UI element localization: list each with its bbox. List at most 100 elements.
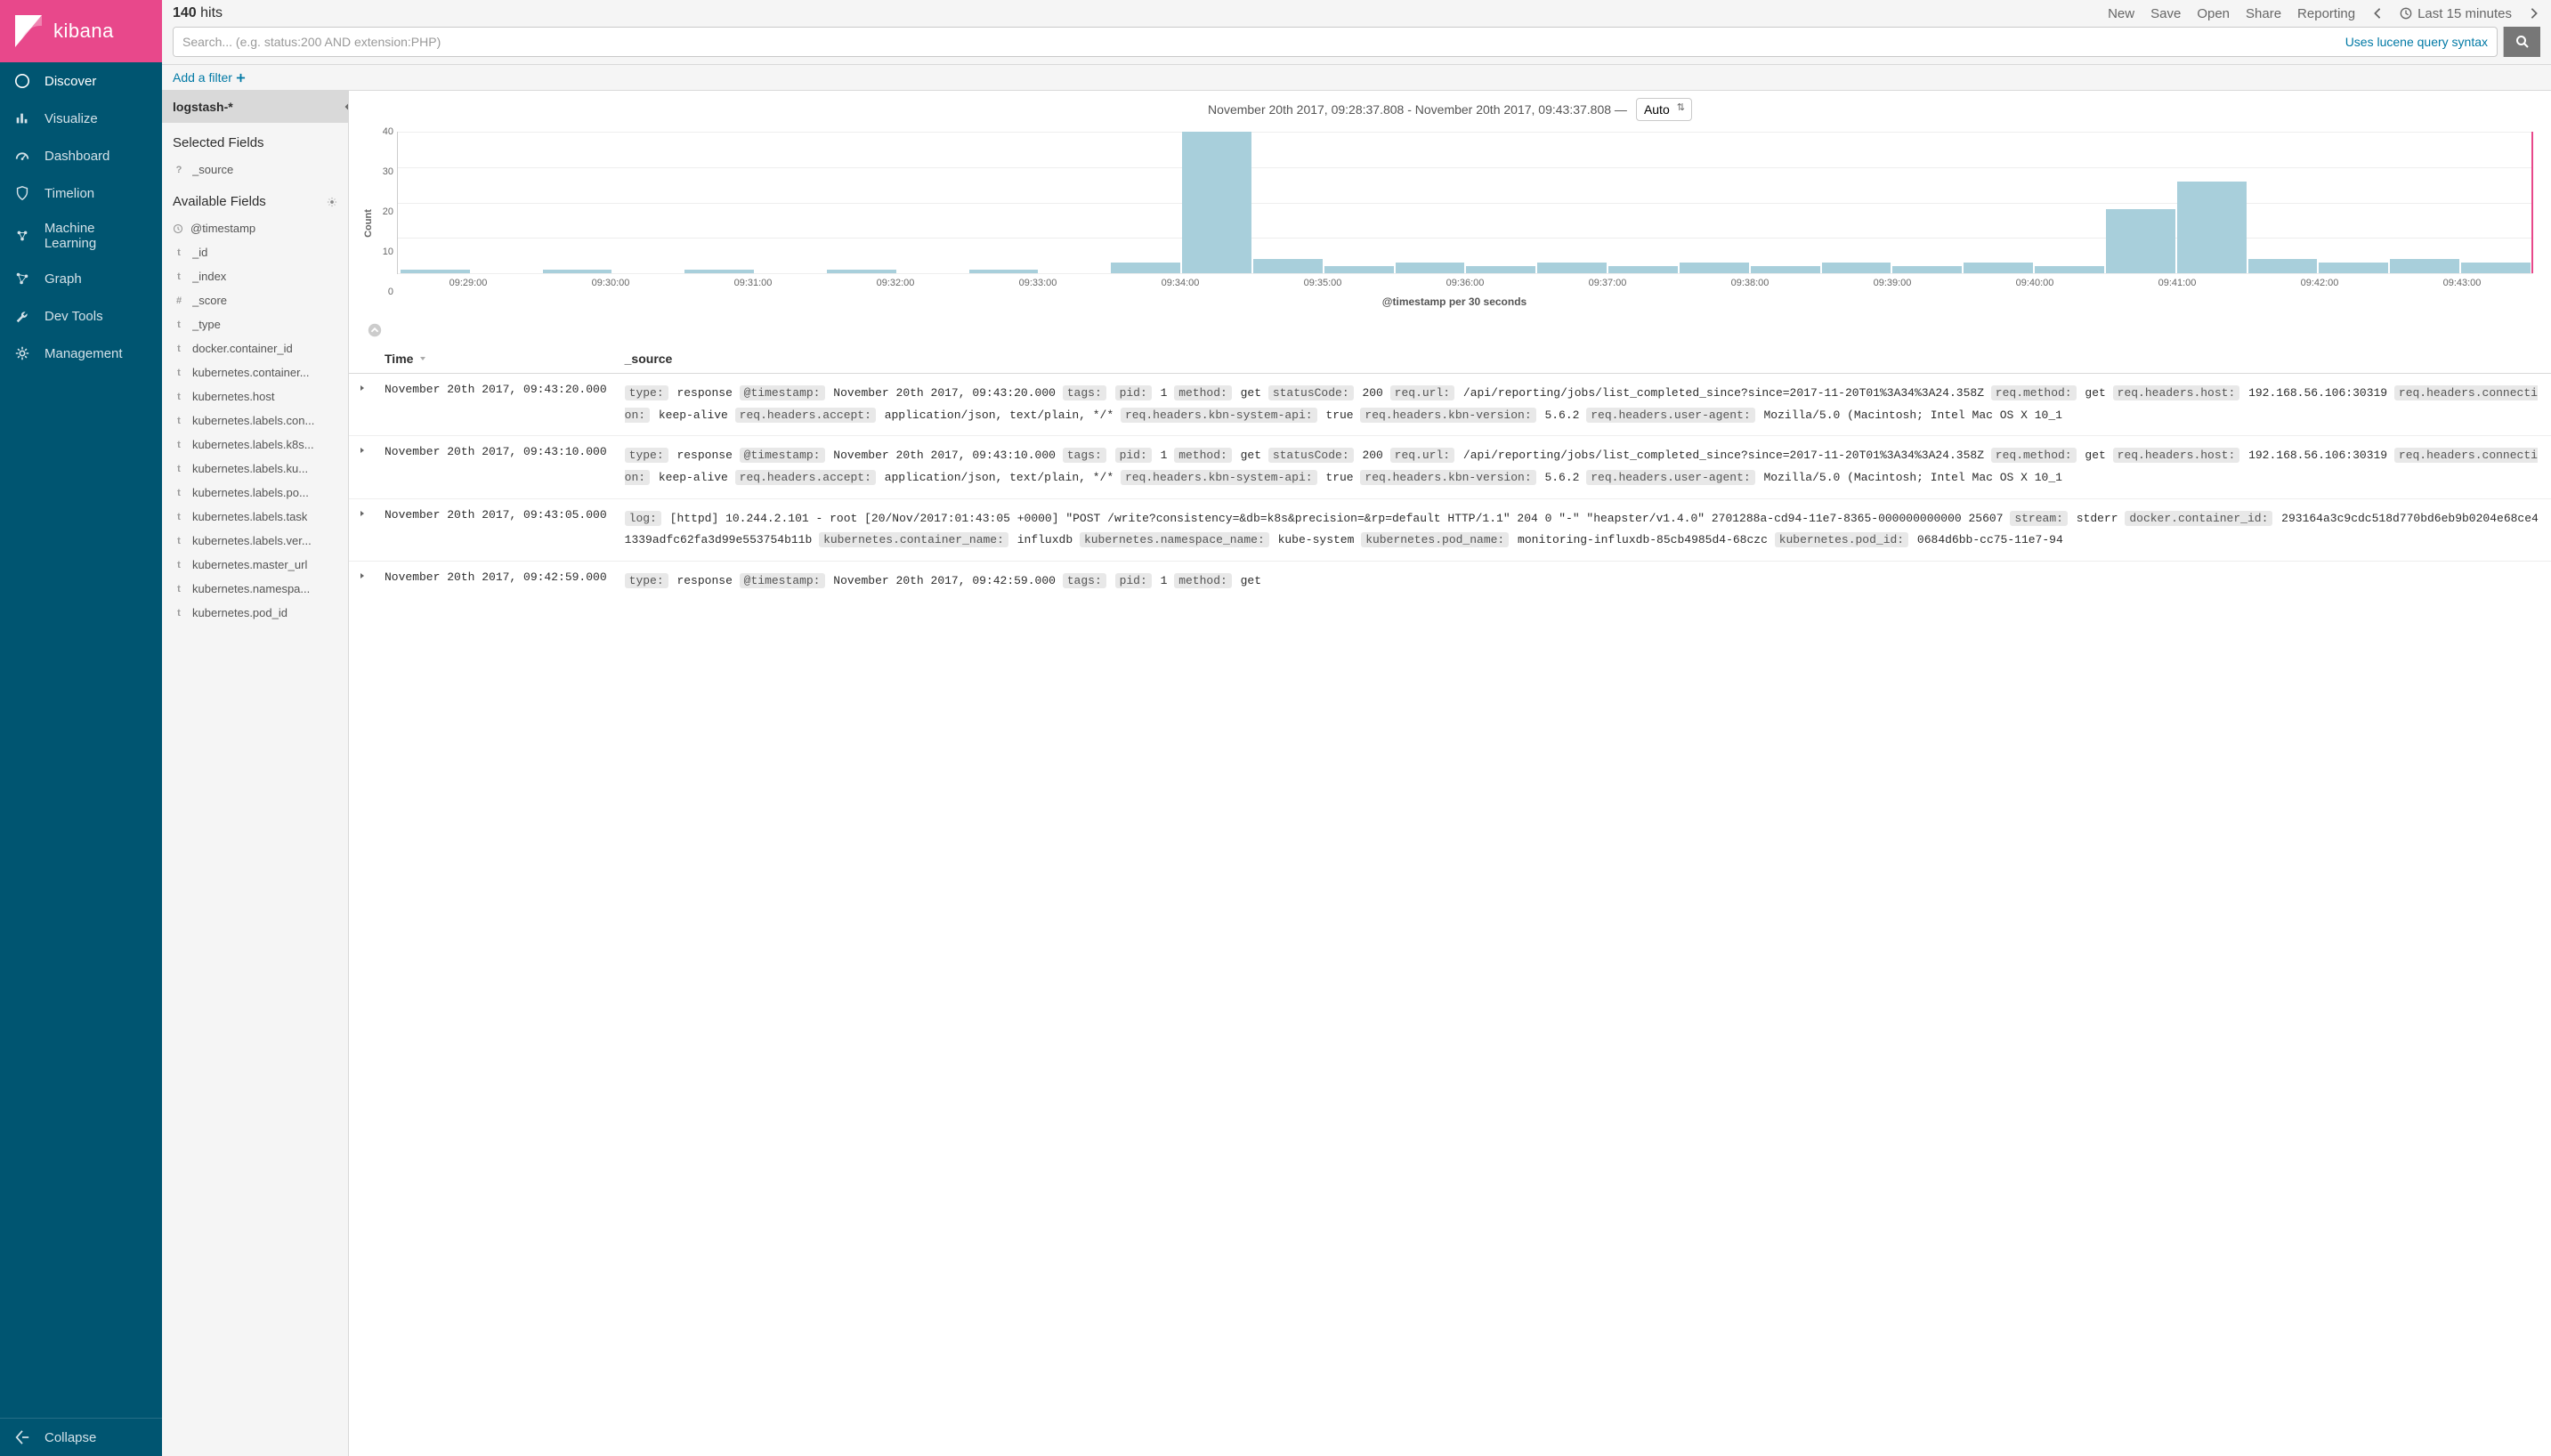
- time-picker[interactable]: Last 15 minutes: [2400, 6, 2512, 21]
- expand-row-icon[interactable]: [358, 509, 367, 518]
- histogram-bar[interactable]: [684, 270, 754, 273]
- field-type-badge: t: [173, 392, 185, 402]
- histogram-bar[interactable]: [543, 270, 612, 273]
- column-source[interactable]: _source: [616, 344, 2551, 374]
- histogram-bar[interactable]: [1253, 259, 1323, 273]
- time-next-icon[interactable]: [2528, 7, 2540, 20]
- histogram-bar[interactable]: [2106, 209, 2175, 273]
- field-type-badge: t: [173, 608, 185, 619]
- collapse-nav[interactable]: Collapse: [0, 1418, 162, 1456]
- histogram-bar[interactable]: [2390, 259, 2459, 273]
- field-kubernetes-container-[interactable]: tkubernetes.container...: [162, 360, 348, 384]
- histogram-chart[interactable]: Count 010203040 09:29:0009:30:0009:31:00…: [349, 128, 2551, 319]
- histogram-bar[interactable]: [1324, 266, 1394, 273]
- nav-item-visualize[interactable]: Visualize: [0, 100, 162, 137]
- xtick-label: 09:32:00: [824, 278, 967, 288]
- histogram-bar[interactable]: [1822, 263, 1891, 273]
- field-kubernetes-host[interactable]: tkubernetes.host: [162, 384, 348, 408]
- field-kubernetes-labels-ver-[interactable]: tkubernetes.labels.ver...: [162, 529, 348, 553]
- field--index[interactable]: t_index: [162, 264, 348, 288]
- histogram-bar[interactable]: [1892, 266, 1962, 273]
- kv-key: pid:: [1115, 385, 1152, 400]
- kv-key: kubernetes.namespace_name:: [1080, 532, 1269, 547]
- main-area: 140 hits New Save Open Share Reporting Last …: [162, 0, 2551, 1456]
- share-action[interactable]: Share: [2246, 6, 2281, 21]
- field-docker-container-id[interactable]: tdocker.container_id: [162, 336, 348, 360]
- field-type-badge: #: [173, 295, 185, 306]
- lucene-syntax-link[interactable]: Uses lucene query syntax: [2336, 28, 2497, 56]
- column-time[interactable]: Time: [376, 344, 616, 374]
- field--timestamp[interactable]: @timestamp: [162, 216, 348, 240]
- index-pattern-header[interactable]: logstash-*: [162, 91, 348, 123]
- nav-item-timelion[interactable]: Timelion: [0, 174, 162, 212]
- field-kubernetes-labels-task[interactable]: tkubernetes.labels.task: [162, 505, 348, 529]
- histogram-bar[interactable]: [2461, 263, 2531, 273]
- histogram-bar[interactable]: [827, 270, 896, 273]
- nav-item-discover[interactable]: Discover: [0, 62, 162, 100]
- field-kubernetes-namespa-[interactable]: tkubernetes.namespa...: [162, 577, 348, 601]
- add-filter-button[interactable]: Add a filter: [173, 70, 246, 85]
- clock-icon: [2400, 7, 2412, 20]
- histogram-bar[interactable]: [1466, 266, 1535, 273]
- histogram-bar[interactable]: [1680, 263, 1749, 273]
- field-kubernetes-pod-id[interactable]: tkubernetes.pod_id: [162, 601, 348, 625]
- collapse-sidebar-button[interactable]: [339, 98, 349, 116]
- histogram-bar[interactable]: [1751, 266, 1820, 273]
- interval-select[interactable]: Auto: [1636, 98, 1692, 121]
- fields-panel: logstash-* Selected Fields ?_source Avai…: [162, 91, 349, 1456]
- field-kubernetes-labels-con-[interactable]: tkubernetes.labels.con...: [162, 408, 348, 433]
- hits-count: 140 hits: [173, 5, 223, 21]
- field--source[interactable]: ?_source: [162, 158, 348, 182]
- field-name-label: _id: [192, 246, 207, 259]
- kv-key: method:: [1174, 573, 1232, 588]
- nav-item-management[interactable]: Management: [0, 335, 162, 372]
- xtick-label: 09:29:00: [397, 278, 539, 288]
- expand-row-icon[interactable]: [358, 571, 367, 580]
- table-row: November 20th 2017, 09:43:20.000type: re…: [349, 374, 2551, 436]
- nav-item-dev-tools[interactable]: Dev Tools: [0, 297, 162, 335]
- field--type[interactable]: t_type: [162, 312, 348, 336]
- search-input[interactable]: [174, 28, 2336, 56]
- histogram-bar[interactable]: [2177, 182, 2247, 273]
- histogram-bar[interactable]: [969, 270, 1039, 273]
- kv-key: type:: [625, 573, 668, 588]
- histogram-bar[interactable]: [1608, 266, 1678, 273]
- save-action[interactable]: Save: [2150, 6, 2181, 21]
- histogram-bar[interactable]: [1964, 263, 2033, 273]
- field-kubernetes-labels-ku-[interactable]: tkubernetes.labels.ku...: [162, 457, 348, 481]
- histogram-bar[interactable]: [1111, 263, 1180, 273]
- histogram-bar[interactable]: [2248, 259, 2318, 273]
- histogram-bar[interactable]: [1182, 132, 1251, 273]
- nav-item-graph[interactable]: Graph: [0, 260, 162, 297]
- field--id[interactable]: t _id: [162, 240, 348, 264]
- histogram-bar[interactable]: [1396, 263, 1465, 273]
- time-prev-icon[interactable]: [2371, 7, 2384, 20]
- field-type-badge: t: [173, 247, 185, 258]
- histogram-bar[interactable]: [401, 270, 470, 273]
- field-kubernetes-labels-po-[interactable]: tkubernetes.labels.po...: [162, 481, 348, 505]
- sort-desc-icon: [418, 354, 427, 363]
- open-action[interactable]: Open: [2197, 6, 2230, 21]
- search-button[interactable]: [2503, 27, 2540, 57]
- histogram-bar[interactable]: [2319, 263, 2388, 273]
- search-icon: [2515, 35, 2530, 49]
- field-kubernetes-master-url[interactable]: tkubernetes.master_url: [162, 553, 348, 577]
- nav-item-dashboard[interactable]: Dashboard: [0, 137, 162, 174]
- xtick-label: 09:38:00: [1679, 278, 1821, 288]
- reporting-action[interactable]: Reporting: [2297, 6, 2355, 21]
- fields-settings-icon[interactable]: [327, 197, 337, 207]
- nav-item-machine-learning[interactable]: Machine Learning: [0, 212, 162, 260]
- histogram-bar[interactable]: [1537, 263, 1607, 273]
- expand-row-icon[interactable]: [358, 446, 367, 455]
- documents-table: Time _source November 20th 2017, 09:43:2…: [349, 344, 2551, 602]
- scroll-to-top[interactable]: [349, 319, 2551, 344]
- expand-row-icon[interactable]: [358, 384, 367, 392]
- field--score[interactable]: #_score: [162, 288, 348, 312]
- histogram-bar[interactable]: [2035, 266, 2104, 273]
- new-action[interactable]: New: [2108, 6, 2134, 21]
- left-nav: kibana DiscoverVisualizeDashboardTimelio…: [0, 0, 162, 1456]
- brand[interactable]: kibana: [0, 0, 162, 62]
- field-kubernetes-labels-k8s-[interactable]: tkubernetes.labels.k8s...: [162, 433, 348, 457]
- kv-key: method:: [1174, 385, 1232, 400]
- doc-time: November 20th 2017, 09:43:05.000: [376, 498, 616, 561]
